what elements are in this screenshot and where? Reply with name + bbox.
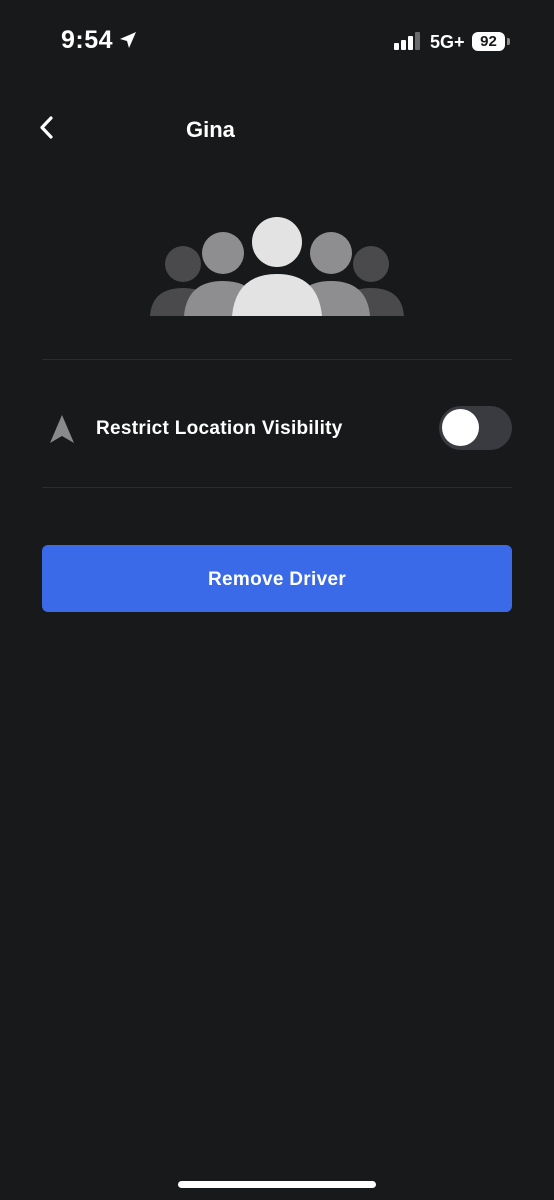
restrict-location-label: Restrict Location Visibility	[96, 418, 343, 439]
network-type: 5G+	[430, 32, 465, 52]
status-time: 9:54	[61, 26, 114, 54]
back-button[interactable]	[32, 112, 62, 144]
status-bar: 9:54 5G+ 92	[0, 0, 554, 84]
divider-bottom	[42, 487, 512, 488]
remove-driver-button[interactable]: Remove Driver	[42, 545, 512, 612]
toggle-knob	[442, 409, 479, 446]
chevron-left-icon	[40, 116, 53, 139]
location-arrow-icon	[120, 32, 136, 48]
restrict-location-row: Restrict Location Visibility	[42, 389, 512, 469]
battery-indicator: 92	[472, 32, 505, 51]
battery-tip	[507, 38, 510, 45]
people-group-icon	[150, 217, 404, 316]
navigation-arrow-icon	[50, 415, 74, 443]
restrict-location-toggle[interactable]	[439, 406, 512, 450]
page-title: Gina	[186, 117, 235, 142]
divider-top	[42, 359, 512, 360]
home-indicator[interactable]	[178, 1181, 376, 1188]
cellular-signal-icon	[394, 32, 420, 50]
